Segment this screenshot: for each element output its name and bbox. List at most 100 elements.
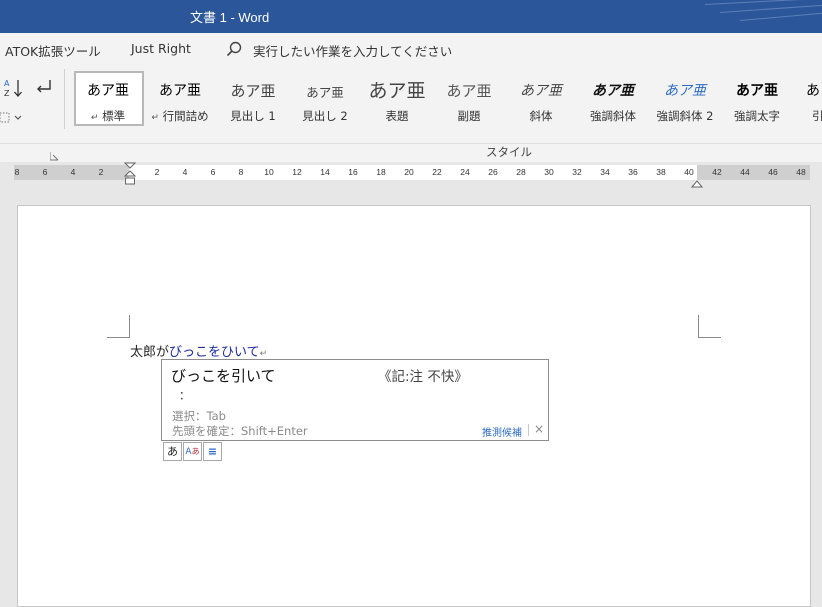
document-text: 太郎が [130, 345, 170, 360]
style-sample: あア亜 [87, 83, 129, 99]
paragraph-mark: ↵ [151, 113, 159, 123]
ruler-number: 12 [292, 167, 302, 177]
right-indent-marker-icon[interactable] [690, 173, 704, 188]
style-label: 副題 [457, 109, 481, 123]
margin-corner-left [107, 315, 130, 338]
ruler-number: 8 [14, 167, 20, 177]
window-title: 文書 1 - Word [190, 10, 270, 25]
ime-divider [528, 424, 529, 436]
style-label: 表題 [385, 109, 409, 123]
ime-candidate[interactable]: びっこを引いて [171, 365, 276, 386]
style-sample: あア亜 [520, 83, 562, 99]
ruler-number: 16 [348, 167, 358, 177]
ruler-number: 6 [210, 167, 216, 177]
style-item-title[interactable]: あア亜 表題 [361, 70, 433, 126]
ruler-number: 24 [460, 167, 470, 177]
ruler-number: 18 [376, 167, 386, 177]
ruler-number: 38 [656, 167, 666, 177]
style-item-standard[interactable]: あア亜 ↵ 標準 [72, 70, 144, 126]
menu-bar: ATOK拡張ツール Just Right 実行したい作業を入力してください [0, 33, 822, 65]
ruler-number: 6 [42, 167, 48, 177]
style-sample: あ [806, 83, 820, 99]
ime-hint-select: 選択：Tab [172, 409, 226, 423]
ruler-number: 20 [404, 167, 414, 177]
style-label: 強調斜体 [590, 109, 636, 123]
ruler-number: 2 [154, 167, 160, 177]
kana-conversion-sub: あ [191, 447, 200, 456]
document-text-line[interactable]: 太郎がびっこをひいて↵ [130, 341, 268, 361]
ruler-number: 10 [264, 167, 274, 177]
ime-colon: ： [179, 389, 190, 402]
style-item-subtitle[interactable]: あア亜 副題 [433, 70, 505, 126]
title-bar: 文書 1 - Word [0, 0, 822, 33]
paragraph-mark: ↵ [90, 113, 99, 123]
ruler-number: 42 [712, 167, 722, 177]
style-sample: あア亜 [736, 83, 778, 99]
ribbon-divider [64, 69, 65, 129]
ruler-number: 46 [768, 167, 778, 177]
style-label: 強調斜体 2 [656, 109, 714, 123]
style-item-emphasis[interactable]: あア亜 斜体 [505, 70, 577, 126]
style-label-text: 標準 [102, 109, 126, 123]
titlebar-pattern [704, 0, 822, 5]
style-label: 斜体 [529, 109, 553, 123]
style-sample: あア亜 [592, 83, 634, 99]
show-paragraph-marks-icon[interactable] [35, 78, 55, 96]
menu-atok-tools[interactable]: ATOK拡張ツール [5, 41, 101, 60]
style-sample: あア亜 [159, 83, 201, 99]
ruler-number: 36 [628, 167, 638, 177]
ruler-number: 22 [432, 167, 442, 177]
style-item-intense-emphasis-2[interactable]: あア亜 強調斜体 2 [649, 70, 721, 126]
svg-text:Z: Z [4, 89, 10, 98]
style-label: 見出し 2 [302, 109, 348, 123]
candidate-list-icon[interactable]: ≡ [203, 442, 222, 461]
style-item-heading-2[interactable]: あア亜 見出し 2 [289, 70, 361, 126]
ruler-number: 34 [600, 167, 610, 177]
style-label: 強調太字 [734, 109, 780, 123]
search-icon[interactable] [226, 41, 244, 59]
style-item-quote[interactable]: あ 引 [800, 70, 822, 126]
style-item-intense-emphasis[interactable]: あア亜 強調斜体 [577, 70, 649, 126]
ruler-number: 28 [516, 167, 526, 177]
tell-me-search[interactable]: 実行したい作業を入力してください [253, 41, 452, 60]
close-icon[interactable]: × [534, 422, 544, 436]
ruler-number: 26 [488, 167, 498, 177]
ribbon-separator [0, 143, 822, 144]
style-item-strong[interactable]: あア亜 強調太字 [721, 70, 793, 126]
ruler-number: 48 [796, 167, 806, 177]
ruler-number: 32 [572, 167, 582, 177]
ime-candidate-note: 《記:注 不快》 [378, 369, 468, 385]
ruler-number: 8 [238, 167, 244, 177]
menu-just-right[interactable]: Just Right [131, 41, 191, 56]
svg-text:A: A [4, 79, 10, 88]
horizontal-ruler[interactable]: 8 6 4 2 2 4 6 8 10 12 14 16 18 20 22 24 … [0, 162, 822, 188]
kana-conversion-icon[interactable]: Aあ [183, 442, 202, 461]
ime-hint-confirm: 先頭を確定：Shift+Enter [172, 424, 308, 438]
ime-candidate-window: びっこを引いて 《記:注 不快》 ： 選択：Tab 先頭を確定：Shift+En… [161, 359, 549, 441]
style-sample: あア亜 [368, 80, 426, 102]
ruler-number: 44 [740, 167, 750, 177]
titlebar-pattern [719, 4, 822, 13]
style-label: 引 [812, 109, 822, 123]
ruler-number: 4 [182, 167, 188, 177]
style-label: ↵ 行間詰め [144, 108, 216, 124]
indent-marker-icon[interactable] [123, 162, 137, 188]
ruler-number: 4 [70, 167, 76, 177]
style-item-heading-1[interactable]: あア亜 見出し 1 [217, 70, 289, 126]
ruler-number: 14 [320, 167, 330, 177]
ime-predict-link[interactable]: 推測候補 [482, 424, 522, 439]
style-item-no-spacing[interactable]: あア亜 ↵ 行間詰め [144, 70, 216, 126]
titlebar-pattern [739, 12, 822, 21]
margin-corner-right [698, 315, 721, 338]
ruler-number: 30 [544, 167, 554, 177]
style-label: ↵ 標準 [72, 108, 144, 124]
dialog-launcher-icon[interactable] [49, 146, 59, 161]
style-sample: あア亜 [664, 83, 706, 99]
paragraph-mark: ↵ [259, 349, 268, 359]
style-sample: あア亜 [306, 85, 344, 100]
ruler-number: 2 [98, 167, 104, 177]
sort-icon[interactable]: A Z [3, 77, 25, 99]
style-sample: あア亜 [446, 82, 492, 100]
hiragana-mode-icon[interactable]: あ [163, 442, 182, 461]
borders-icon[interactable] [0, 110, 24, 124]
